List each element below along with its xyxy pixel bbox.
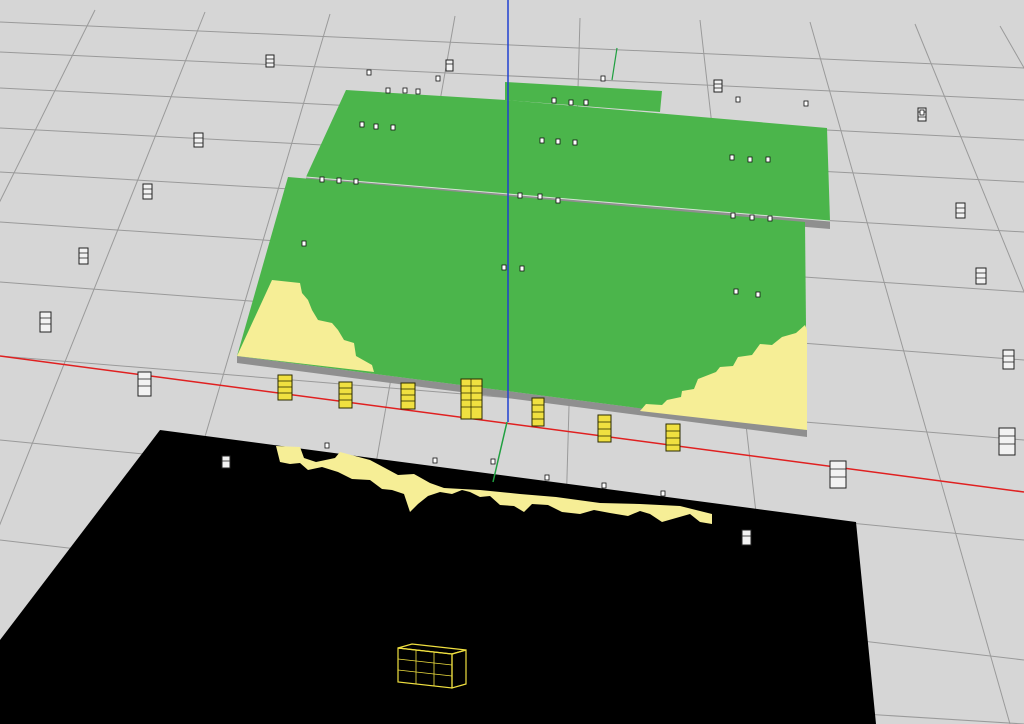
main-array-speaker-center[interactable]: [460, 378, 483, 420]
measurement-marker: [415, 88, 421, 95]
measurement-marker: [765, 156, 771, 163]
measurement-marker: [747, 156, 753, 163]
measurement-marker: [501, 264, 507, 271]
measurement-marker: [319, 176, 325, 183]
aux-speaker[interactable]: [829, 460, 847, 489]
measurement-marker: [730, 212, 736, 219]
measurement-marker: [755, 291, 761, 298]
main-array-speaker[interactable]: [400, 382, 416, 410]
measurement-marker: [435, 75, 441, 82]
measurement-marker: [385, 87, 391, 94]
measurement-marker: [583, 99, 589, 106]
aux-speaker[interactable]: [955, 202, 966, 219]
measurement-marker: [735, 96, 741, 103]
measurement-marker: [544, 474, 550, 481]
aux-speaker[interactable]: [137, 371, 152, 397]
measurement-marker: [600, 75, 606, 82]
measurement-marker: [537, 193, 543, 200]
aux-speaker[interactable]: [445, 59, 454, 72]
main-array-speaker[interactable]: [338, 381, 353, 409]
measurement-marker: [919, 109, 925, 116]
measurement-marker: [373, 123, 379, 130]
measurement-marker: [555, 197, 561, 204]
measurement-marker: [803, 100, 809, 107]
measurement-marker: [551, 97, 557, 104]
aux-speaker[interactable]: [221, 455, 231, 469]
measurement-marker: [336, 177, 342, 184]
measurement-marker: [601, 482, 607, 489]
measurement-marker: [366, 69, 372, 76]
measurement-marker: [555, 138, 561, 145]
aux-speaker[interactable]: [265, 54, 275, 68]
aux-speaker[interactable]: [998, 427, 1016, 456]
3d-viewport[interactable]: [0, 0, 1024, 724]
aux-speaker[interactable]: [142, 183, 153, 200]
measurement-marker: [572, 139, 578, 146]
measurement-marker: [324, 442, 330, 449]
aux-speaker[interactable]: [741, 529, 752, 546]
aux-speaker[interactable]: [39, 311, 52, 333]
scene-canvas[interactable]: [0, 0, 1024, 724]
measurement-marker: [729, 154, 735, 161]
measurement-marker: [301, 240, 307, 247]
measurement-marker: [359, 121, 365, 128]
measurement-marker: [568, 99, 574, 106]
aux-speaker[interactable]: [975, 267, 987, 285]
main-array-speaker[interactable]: [597, 414, 612, 443]
measurement-marker: [402, 87, 408, 94]
aux-speaker[interactable]: [713, 79, 723, 93]
aux-speaker[interactable]: [193, 132, 204, 148]
measurement-marker: [539, 137, 545, 144]
measurement-marker: [660, 490, 666, 497]
main-array-speaker[interactable]: [665, 423, 681, 452]
measurement-marker: [517, 192, 523, 199]
measurement-marker: [432, 457, 438, 464]
measurement-marker: [733, 288, 739, 295]
measurement-marker: [519, 265, 525, 272]
main-array-speaker[interactable]: [277, 374, 293, 401]
measurement-marker: [390, 124, 396, 131]
measurement-marker: [490, 458, 496, 465]
aux-speaker[interactable]: [1002, 349, 1015, 370]
measurement-marker: [353, 178, 359, 185]
aux-speaker[interactable]: [78, 247, 89, 265]
measurement-marker: [767, 215, 773, 222]
main-array-speaker[interactable]: [531, 397, 545, 427]
measurement-marker: [749, 214, 755, 221]
